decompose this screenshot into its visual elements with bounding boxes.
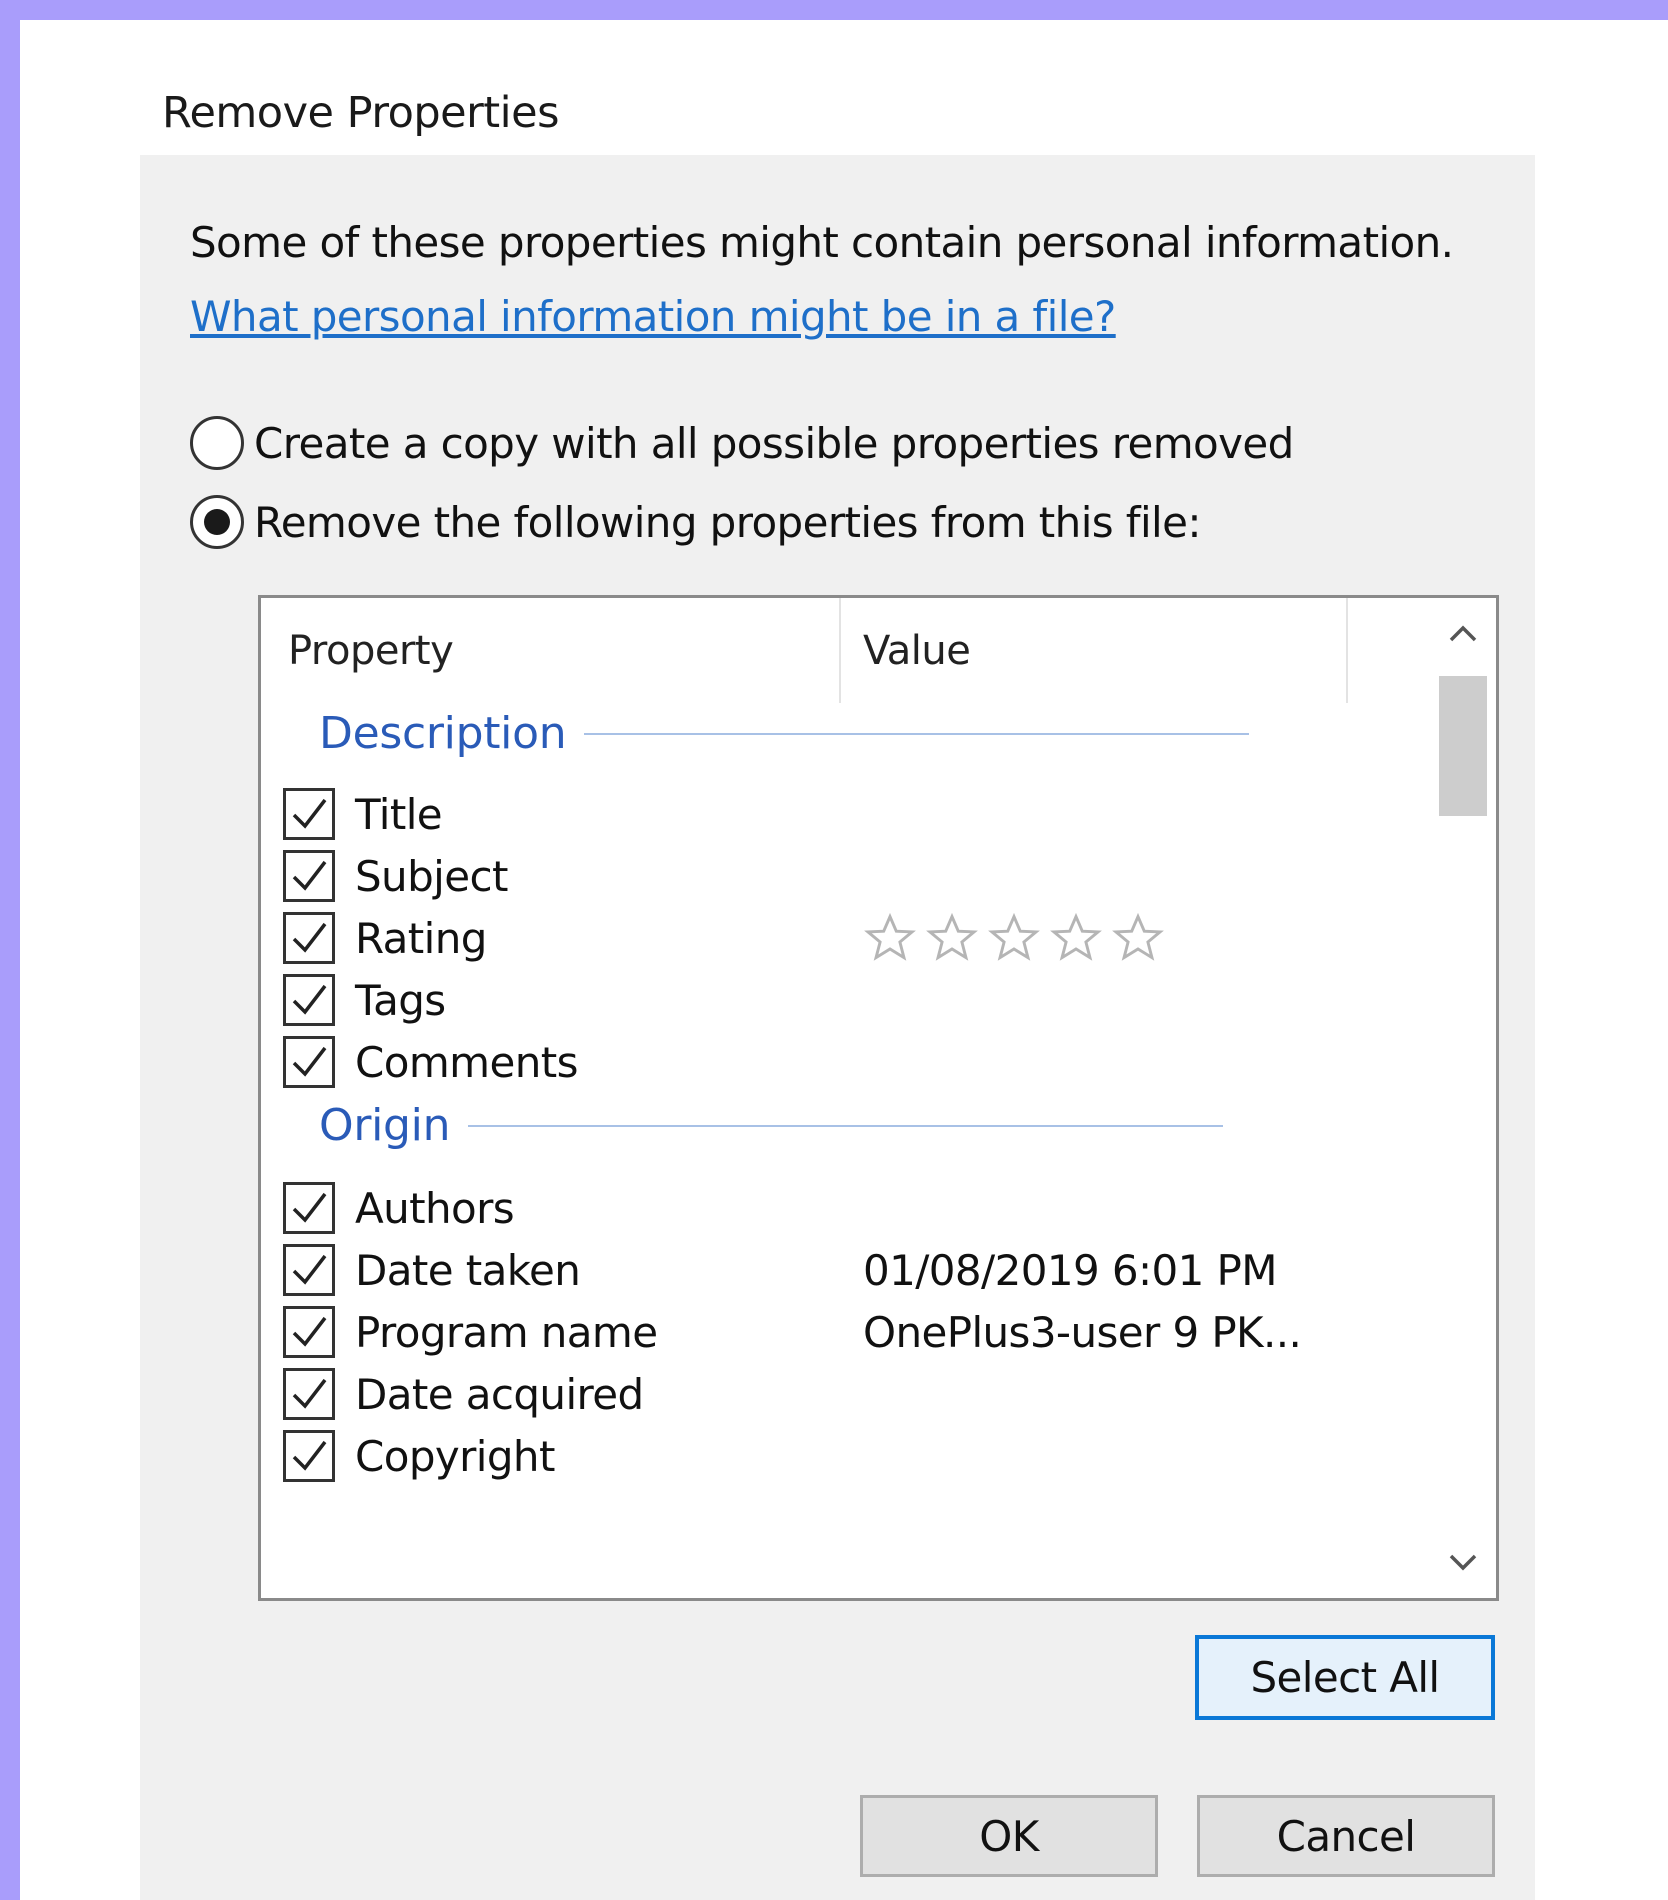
property-row-subject[interactable]: Subject — [283, 848, 1423, 904]
scrollbar-thumb[interactable] — [1439, 676, 1487, 816]
vertical-scrollbar[interactable] — [1429, 598, 1496, 1598]
cancel-button[interactable]: Cancel — [1197, 1795, 1495, 1877]
radio-button-create-copy[interactable] — [190, 416, 244, 470]
property-list[interactable]: Property Value Description Title Subject… — [258, 595, 1499, 1601]
property-label: Subject — [355, 851, 508, 901]
checkbox-date-taken[interactable] — [283, 1244, 335, 1296]
property-row-program-name[interactable]: Program name OnePlus3-user 9 PK... — [283, 1304, 1423, 1360]
group-label: Origin — [319, 1100, 451, 1151]
property-label: Date acquired — [355, 1369, 644, 1419]
radio-create-copy[interactable]: Create a copy with all possible properti… — [190, 415, 1294, 471]
checkbox-authors[interactable] — [283, 1182, 335, 1234]
radio-label-remove-properties: Remove the following properties from thi… — [254, 497, 1202, 547]
star-outline-icon[interactable] — [925, 911, 979, 965]
group-divider — [584, 732, 1250, 735]
checkmark-icon — [292, 1440, 327, 1471]
checkmark-icon — [292, 1254, 327, 1285]
group-label: Description — [319, 708, 567, 759]
property-label: Program name — [355, 1307, 658, 1357]
rating-stars[interactable] — [863, 911, 1165, 965]
ok-button[interactable]: OK — [860, 1795, 1158, 1877]
property-value: OnePlus3-user 9 PK... — [863, 1307, 1302, 1357]
scroll-up-button[interactable] — [1429, 598, 1496, 670]
star-outline-icon[interactable] — [1111, 911, 1165, 965]
checkbox-program-name[interactable] — [283, 1306, 335, 1358]
property-label: Title — [355, 789, 443, 839]
checkbox-rating[interactable] — [283, 912, 335, 964]
property-row-authors[interactable]: Authors — [283, 1180, 1423, 1236]
property-row-copyright[interactable]: Copyright — [283, 1428, 1423, 1484]
info-text: Some of these properties might contain p… — [190, 218, 1454, 267]
star-outline-icon[interactable] — [863, 911, 917, 965]
property-row-title[interactable]: Title — [283, 786, 1423, 842]
checkmark-icon — [292, 1192, 327, 1223]
checkmark-icon — [292, 1316, 327, 1347]
chevron-down-icon — [1449, 1554, 1476, 1571]
checkmark-icon — [292, 922, 327, 953]
select-all-button[interactable]: Select All — [1195, 1635, 1495, 1720]
property-label: Copyright — [355, 1431, 555, 1481]
property-row-date-acquired[interactable]: Date acquired — [283, 1366, 1423, 1422]
checkbox-comments[interactable] — [283, 1036, 335, 1088]
star-outline-icon[interactable] — [987, 911, 1041, 965]
property-row-comments[interactable]: Comments — [283, 1034, 1423, 1090]
column-separator[interactable] — [1346, 598, 1348, 703]
property-row-tags[interactable]: Tags — [283, 972, 1423, 1028]
column-header-property[interactable]: Property — [288, 598, 454, 703]
dialog-body: Some of these properties might contain p… — [140, 155, 1535, 1900]
chevron-up-icon — [1449, 625, 1476, 642]
checkmark-icon — [292, 1378, 327, 1409]
radio-button-remove-properties[interactable] — [190, 495, 244, 549]
checkbox-date-acquired[interactable] — [283, 1368, 335, 1420]
checkbox-subject[interactable] — [283, 850, 335, 902]
property-row-rating[interactable]: Rating — [283, 910, 1423, 966]
checkbox-copyright[interactable] — [283, 1430, 335, 1482]
checkmark-icon — [292, 798, 327, 829]
group-divider — [468, 1124, 1224, 1127]
window-title: Remove Properties — [162, 88, 559, 138]
column-header-value[interactable]: Value — [863, 598, 971, 703]
checkbox-tags[interactable] — [283, 974, 335, 1026]
star-outline-icon[interactable] — [1049, 911, 1103, 965]
property-label: Rating — [355, 913, 487, 963]
column-separator[interactable] — [839, 598, 841, 703]
property-label: Tags — [355, 975, 446, 1025]
remove-properties-window: Remove Properties Some of these properti… — [20, 20, 1668, 1900]
radio-remove-properties[interactable]: Remove the following properties from thi… — [190, 494, 1202, 550]
checkbox-title[interactable] — [283, 788, 335, 840]
checkmark-icon — [292, 860, 327, 891]
personal-info-help-link[interactable]: What personal information might be in a … — [190, 292, 1116, 341]
property-list-content: Property Value Description Title Subject… — [261, 598, 1429, 1598]
property-label: Date taken — [355, 1245, 581, 1295]
radio-label-create-copy: Create a copy with all possible properti… — [254, 418, 1294, 468]
property-value: 01/08/2019 6:01 PM — [863, 1245, 1277, 1295]
checkmark-icon — [292, 1046, 327, 1077]
group-header-description: Description — [319, 708, 1250, 759]
property-row-date-taken[interactable]: Date taken 01/08/2019 6:01 PM — [283, 1242, 1423, 1298]
scroll-down-button[interactable] — [1429, 1526, 1496, 1598]
property-label: Comments — [355, 1037, 578, 1087]
property-label: Authors — [355, 1183, 515, 1233]
group-header-origin: Origin — [319, 1100, 1224, 1151]
checkmark-icon — [292, 984, 327, 1015]
